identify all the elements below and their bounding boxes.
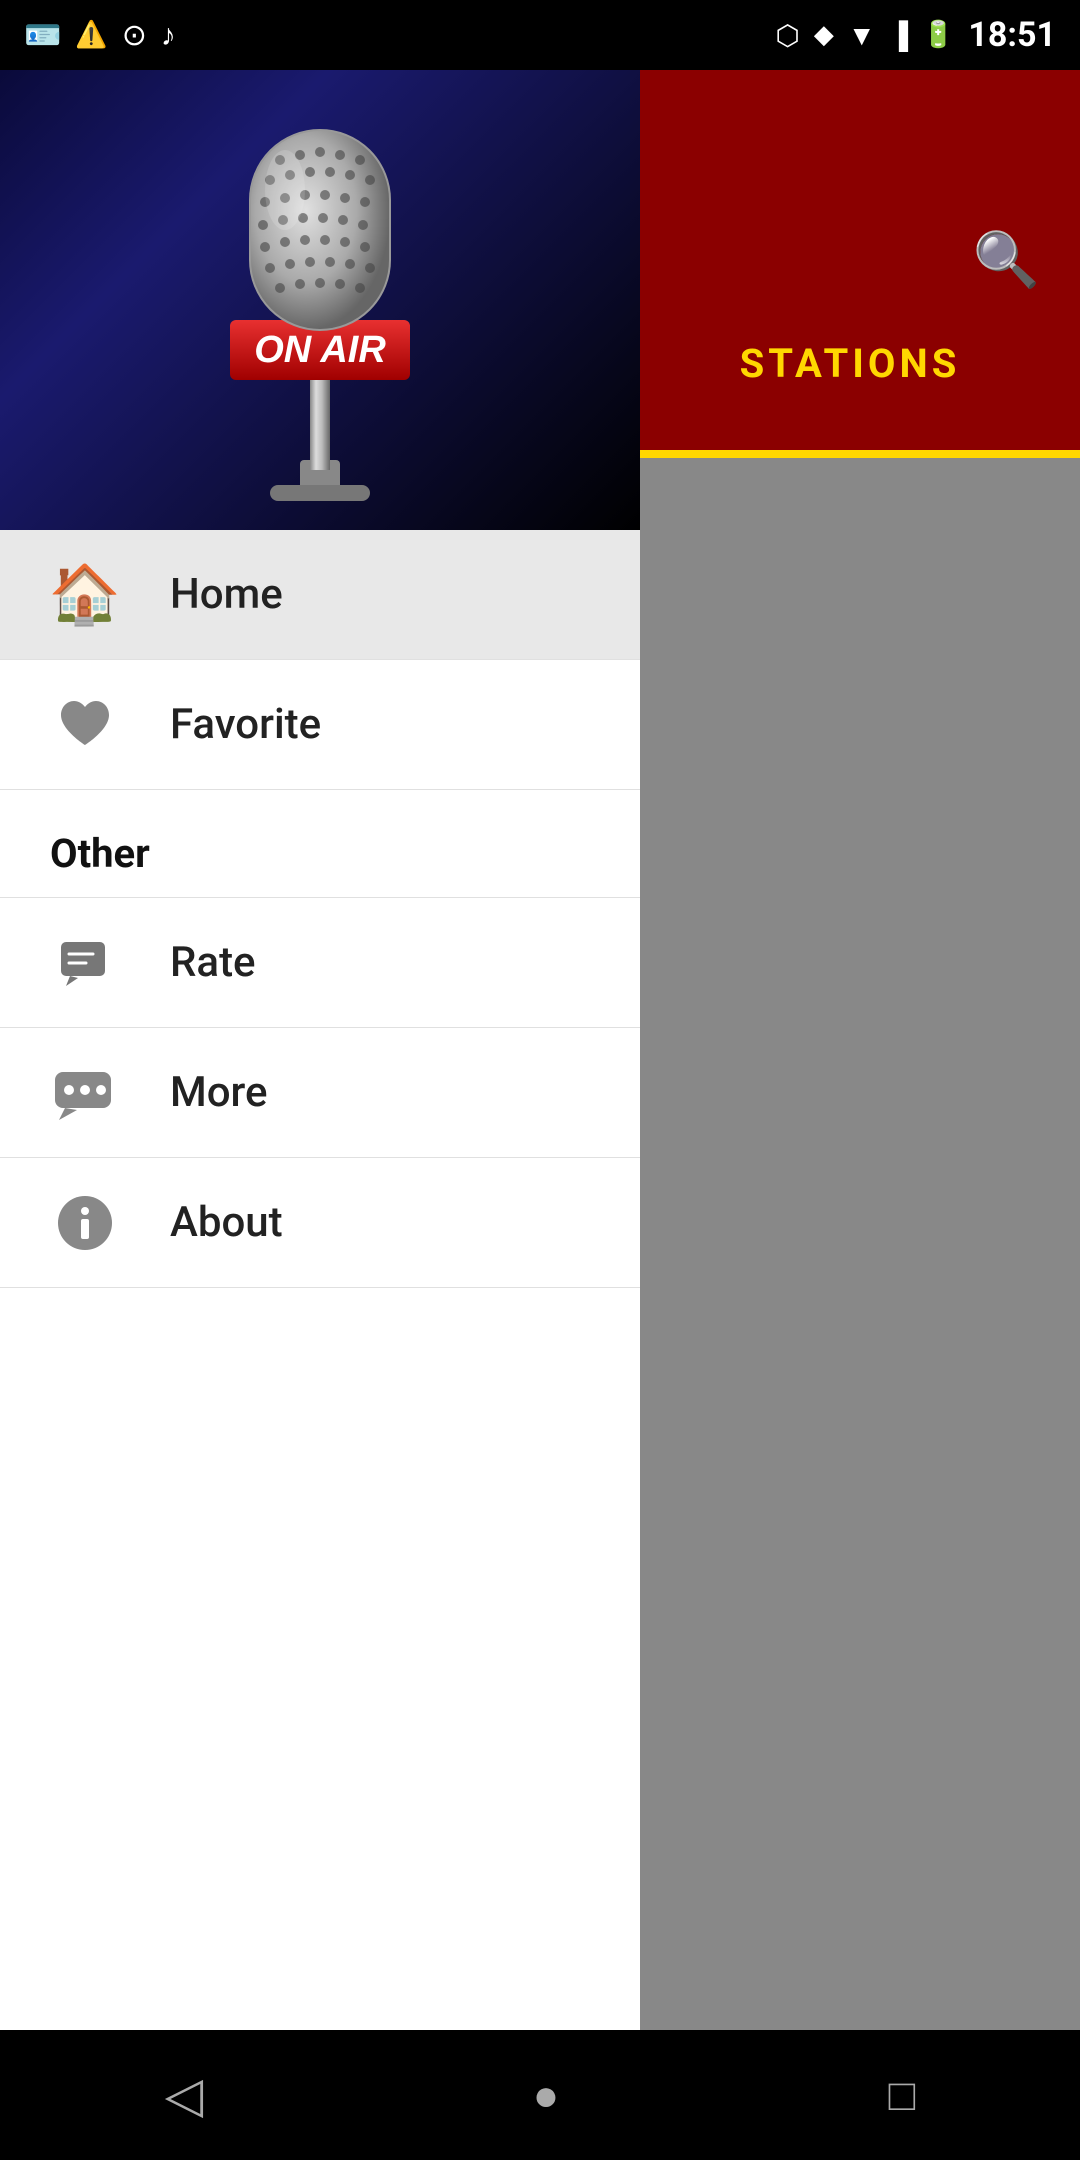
more-icon-container: [50, 1058, 120, 1128]
right-panel: 🔍 STATIONS: [620, 70, 1080, 2100]
stations-label: STATIONS: [740, 340, 961, 387]
search-icon[interactable]: 🔍: [973, 229, 1040, 292]
signal-icon: ▐: [890, 20, 908, 51]
about-label: About: [170, 1198, 283, 1247]
profile-icon: 🪪: [24, 18, 61, 53]
music-icon: ♪: [161, 18, 176, 53]
status-time: 18:51: [968, 15, 1056, 55]
navigation-drawer: ON AIR: [0, 70, 640, 2100]
back-button[interactable]: ◁: [125, 2056, 243, 2135]
menu-item-about[interactable]: About: [0, 1158, 640, 1288]
camera-icon: ⊙: [122, 18, 147, 53]
svg-text:ON AIR: ON AIR: [254, 329, 386, 371]
home-icon: 🏠: [49, 561, 121, 629]
hero-image: ON AIR: [0, 70, 640, 530]
heart-icon: [56, 696, 114, 754]
home-label: Home: [170, 570, 283, 619]
menu-item-favorite[interactable]: Favorite: [0, 660, 640, 790]
rate-icon-container: [50, 928, 120, 998]
alert-icon: ⚠️: [75, 20, 107, 50]
battery-icon: 🔋: [922, 20, 954, 50]
status-bar: 🪪 ⚠️ ⊙ ♪ ⬡ ◆ ▼ ▐ 🔋 18:51: [0, 0, 1080, 70]
menu-item-rate[interactable]: Rate: [0, 898, 640, 1028]
menu-item-more[interactable]: More: [0, 1028, 640, 1158]
favorite-label: Favorite: [170, 700, 321, 749]
more-label: More: [170, 1068, 268, 1117]
rate-label: Rate: [170, 938, 256, 987]
status-left-icons: 🪪 ⚠️ ⊙ ♪: [24, 18, 176, 53]
more-icon: [51, 1064, 119, 1122]
status-right-icons: ⬡ ◆ ▼ ▐ 🔋 18:51: [775, 15, 1056, 55]
home-button[interactable]: ●: [493, 2059, 600, 2131]
recents-button[interactable]: □: [849, 2059, 956, 2131]
microphone-svg: ON AIR: [130, 90, 510, 510]
info-icon: [56, 1194, 114, 1252]
rate-icon: [56, 934, 114, 992]
boost-icon: ◆: [814, 20, 834, 50]
section-other-header: Other: [0, 790, 640, 898]
home-icon-container: 🏠: [50, 560, 120, 630]
cast-icon: ⬡: [775, 19, 799, 52]
section-other-label: Other: [50, 830, 150, 877]
info-icon-container: [50, 1188, 120, 1258]
heart-icon-container: [50, 690, 120, 760]
wifi-icon: ▼: [848, 19, 876, 52]
menu-item-home[interactable]: 🏠 Home: [0, 530, 640, 660]
bottom-nav: ◁ ● □: [0, 2030, 1080, 2160]
menu-list: 🏠 Home Favorite Other: [0, 530, 640, 2100]
